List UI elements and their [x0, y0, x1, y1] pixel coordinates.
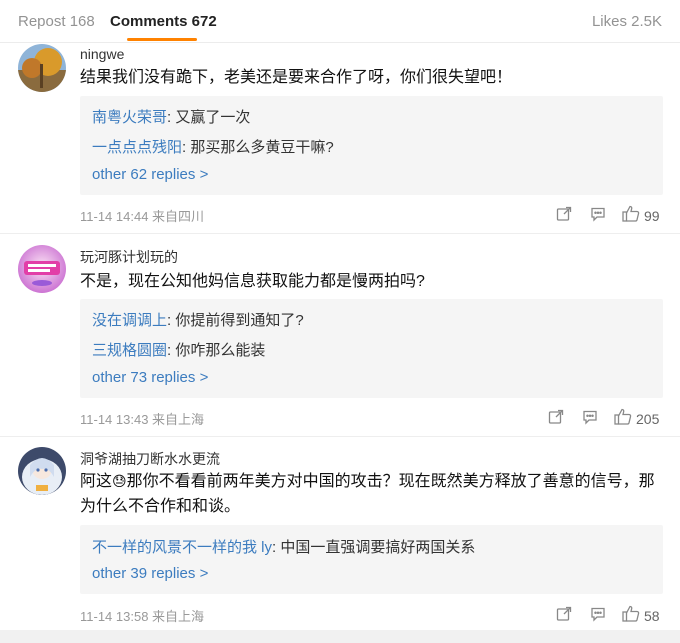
- emoji-sweat-icon: 😓: [112, 473, 127, 489]
- reply-item: 没在调调上: 你提前得到通知了?: [92, 309, 304, 330]
- comment-icon[interactable]: [590, 606, 606, 622]
- like-button[interactable]: 205: [614, 408, 659, 430]
- avatar[interactable]: [18, 245, 66, 293]
- reply-text: : 你咋那么能装: [167, 342, 266, 359]
- thumbs-up-icon: [622, 605, 640, 627]
- reply-username[interactable]: 三规格圆圈: [92, 342, 167, 359]
- more-replies-link[interactable]: other 39 replies >: [92, 565, 208, 582]
- active-tab-indicator: [127, 38, 197, 41]
- reply-item: 不一样的风景不一样的我 ly: 中国一直强调要搞好两国关系: [92, 536, 475, 557]
- reply-text: : 你提前得到通知了?: [167, 312, 304, 329]
- tab-comments[interactable]: Comments 672: [110, 13, 217, 30]
- comment-text: 结果我们没有跪下，老美还是要来合作了呀，你们很失望吧！: [80, 69, 513, 86]
- comment-icon[interactable]: [582, 409, 598, 425]
- comment-meta: 11-14 13:43 来自上海: [80, 412, 205, 427]
- comment-meta: 11-14 13:58 来自上海: [80, 609, 205, 624]
- comment-text: 阿这😓那你不看看前两年美方对中国的攻击？现在既然美方释放了善意的信号，那为什么不…: [80, 469, 665, 519]
- comment-text-main: 那你不看看前两年美方对中国的攻击？现在既然美方释放了善意的信号，那为什么不合作和…: [80, 473, 655, 515]
- more-replies-link[interactable]: other 73 replies >: [92, 369, 208, 386]
- comment-icon[interactable]: [590, 206, 606, 222]
- reply-item: 三规格圆圈: 你咋那么能装: [92, 339, 265, 360]
- reply-text: : 又赢了一次: [167, 109, 251, 126]
- like-button[interactable]: 58: [622, 605, 660, 627]
- reply-text: : 那买那么多黄豆干嘛?: [182, 139, 334, 156]
- like-button[interactable]: 99: [622, 205, 660, 227]
- username[interactable]: ningwe: [80, 46, 124, 62]
- divider: [0, 233, 680, 234]
- bottom-divider: [0, 630, 680, 643]
- tab-likes[interactable]: Likes 2.5K: [592, 13, 662, 30]
- share-icon[interactable]: [556, 606, 572, 622]
- reply-box[interactable]: 南粤火荣哥: 又赢了一次 一点点点残阳: 那买那么多黄豆干嘛? other 62…: [80, 96, 663, 195]
- username[interactable]: 洞爷湖抽刀断水水更流: [80, 449, 220, 469]
- reply-username[interactable]: 没在调调上: [92, 312, 167, 329]
- share-icon[interactable]: [548, 409, 564, 425]
- comment-text: 不是，现在公知他妈信息获取能力都是慢两拍吗?: [80, 273, 425, 290]
- comment-meta: 11-14 14:44 来自四川: [80, 209, 205, 224]
- tab-repost[interactable]: Repost 168: [18, 13, 95, 30]
- reply-box[interactable]: 不一样的风景不一样的我 ly: 中国一直强调要搞好两国关系 other 39 r…: [80, 525, 663, 594]
- reply-box[interactable]: 没在调调上: 你提前得到通知了? 三规格圆圈: 你咋那么能装 other 73 …: [80, 299, 663, 398]
- divider: [0, 436, 680, 437]
- reply-username[interactable]: 不一样的风景不一样的我 ly: [92, 539, 272, 556]
- avatar[interactable]: [18, 44, 66, 92]
- comment-text-prefix: 阿这: [80, 473, 113, 490]
- thumbs-up-icon: [614, 408, 632, 430]
- reply-item: 一点点点残阳: 那买那么多黄豆干嘛?: [92, 136, 334, 157]
- thumbs-up-icon: [622, 205, 640, 227]
- like-count: 58: [644, 608, 660, 624]
- reply-text: : 中国一直强调要搞好两国关系: [272, 539, 476, 556]
- like-count: 205: [636, 411, 660, 427]
- share-icon[interactable]: [556, 206, 572, 222]
- tab-bar: Repost 168 Comments 672 Likes 2.5K: [0, 0, 680, 43]
- username[interactable]: 玩河豚计划玩的: [80, 247, 178, 267]
- reply-item: 南粤火荣哥: 又赢了一次: [92, 106, 250, 127]
- like-count: 99: [644, 208, 660, 224]
- reply-username[interactable]: 一点点点残阳: [92, 139, 182, 156]
- avatar[interactable]: [18, 447, 66, 495]
- reply-username[interactable]: 南粤火荣哥: [92, 109, 167, 126]
- more-replies-link[interactable]: other 62 replies >: [92, 166, 208, 183]
